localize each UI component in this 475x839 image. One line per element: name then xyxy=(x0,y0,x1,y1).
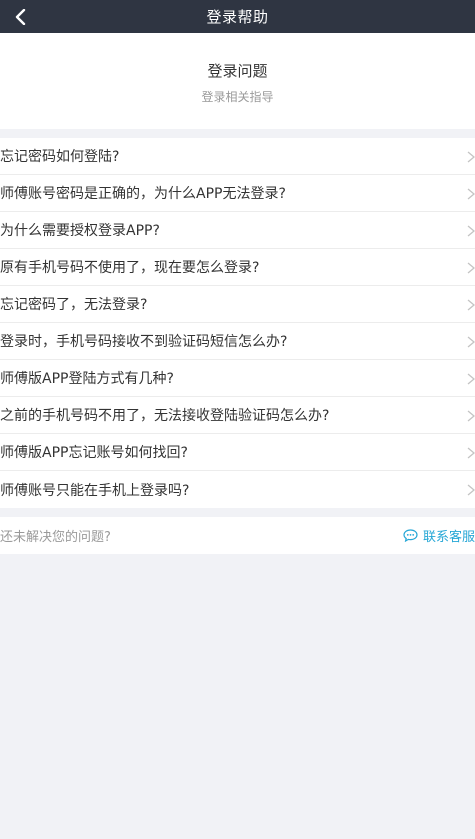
question-item[interactable]: 师傅账号密码是正确的，为什么APP无法登录? xyxy=(0,175,475,212)
question-item[interactable]: 忘记密码如何登陆? xyxy=(0,138,475,175)
chevron-right-icon xyxy=(467,262,475,274)
category-header: 登录问题 登录相关指导 xyxy=(0,33,475,129)
contact-support-label: 联系客服 xyxy=(422,530,475,545)
help-footer: 还未解决您的问题? 联系客服 xyxy=(0,517,475,554)
category-title: 登录问题 xyxy=(207,62,268,80)
chevron-right-icon xyxy=(467,447,475,459)
chevron-right-icon xyxy=(467,188,475,200)
back-button[interactable] xyxy=(6,0,34,33)
question-item[interactable]: 师傅版APP忘记账号如何找回? xyxy=(0,434,475,471)
unresolved-prompt: 还未解决您的问题? xyxy=(0,530,111,545)
top-navigation-bar: 登录帮助 xyxy=(0,0,475,33)
question-label: 师傅账号密码是正确的，为什么APP无法登录? xyxy=(0,186,286,202)
question-item[interactable]: 师傅版APP登陆方式有几种? xyxy=(0,360,475,397)
chevron-right-icon xyxy=(467,225,475,237)
page-title: 登录帮助 xyxy=(206,8,269,26)
question-label: 登录时，手机号码接收不到验证码短信怎么办? xyxy=(0,334,288,350)
question-label: 师傅版APP忘记账号如何找回? xyxy=(0,445,188,461)
chevron-right-icon xyxy=(467,299,475,311)
chevron-right-icon xyxy=(467,373,475,385)
question-item[interactable]: 忘记密码了，无法登录? xyxy=(0,286,475,323)
question-label: 师傅账号只能在手机上登录吗? xyxy=(0,482,190,499)
chevron-right-icon xyxy=(467,484,475,496)
question-label: 为什么需要授权登录APP? xyxy=(0,223,160,239)
question-label: 原有手机号码不使用了，现在要怎么登录? xyxy=(0,260,260,276)
question-list: 忘记密码如何登陆? 师傅账号密码是正确的，为什么APP无法登录? 为什么需要授权… xyxy=(0,138,475,508)
chat-bubble-icon xyxy=(403,529,418,542)
question-item[interactable]: 为什么需要授权登录APP? xyxy=(0,212,475,249)
question-item[interactable]: 原有手机号码不使用了，现在要怎么登录? xyxy=(0,249,475,286)
question-item[interactable]: 登录时，手机号码接收不到验证码短信怎么办? xyxy=(0,323,475,360)
question-label: 师傅版APP登陆方式有几种? xyxy=(0,371,174,387)
question-item[interactable]: 之前的手机号码不用了，无法接收登陆验证码怎么办? xyxy=(0,397,475,434)
contact-support-button[interactable]: 联系客服 xyxy=(403,517,475,554)
back-arrow-icon xyxy=(15,8,26,25)
question-item[interactable]: 师傅账号只能在手机上登录吗? xyxy=(0,471,475,508)
chevron-right-icon xyxy=(467,410,475,422)
chevron-right-icon xyxy=(467,151,475,163)
question-label: 忘记密码了，无法登录? xyxy=(0,297,148,313)
chevron-right-icon xyxy=(467,336,475,348)
question-label: 之前的手机号码不用了，无法接收登陆验证码怎么办? xyxy=(0,408,330,424)
category-subtitle: 登录相关指导 xyxy=(201,90,274,104)
question-label: 忘记密码如何登陆? xyxy=(0,149,120,165)
